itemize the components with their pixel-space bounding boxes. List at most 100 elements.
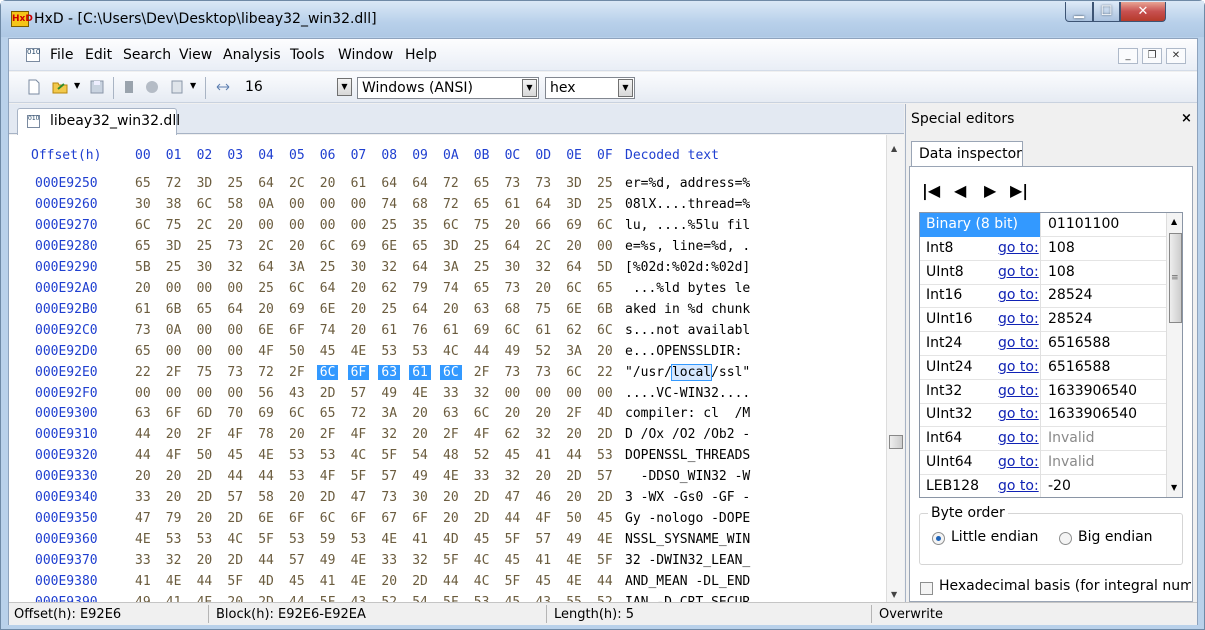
- hex-byte[interactable]: 00: [194, 386, 216, 401]
- hex-byte[interactable]: 25: [224, 176, 246, 191]
- hex-byte[interactable]: 2D: [594, 490, 616, 505]
- offset-base-combo[interactable]: hex ▼: [545, 77, 635, 99]
- hex-byte[interactable]: 20: [532, 469, 554, 484]
- hex-byte[interactable]: 4E: [348, 344, 370, 359]
- hex-byte[interactable]: 4C: [440, 344, 462, 359]
- hex-byte[interactable]: 3D: [194, 176, 216, 191]
- inspector-row[interactable]: Int64 go to: Invalid: [920, 427, 1166, 452]
- decoded-text[interactable]: 3 -WX -Gs0 -GF -: [625, 490, 750, 505]
- goto-link[interactable]: go to:: [998, 454, 1039, 470]
- hex-byte[interactable]: 25: [594, 197, 616, 212]
- hex-byte[interactable]: 79: [409, 281, 431, 296]
- hex-byte[interactable]: 4D: [440, 532, 462, 547]
- hex-byte[interactable]: 33: [440, 386, 462, 401]
- hex-byte[interactable]: 20: [286, 490, 308, 505]
- hex-byte[interactable]: 5F: [224, 574, 246, 589]
- hex-row[interactable]: 000E92F0 00 00 00 00 56 43 2D 57 49 4E 33 32 00 00 00 00…: [9, 386, 886, 406]
- hex-byte[interactable]: 64: [532, 197, 554, 212]
- hex-byte[interactable]: 5F: [502, 532, 524, 547]
- hex-byte[interactable]: 65: [471, 176, 493, 191]
- hex-byte[interactable]: 38: [163, 197, 185, 212]
- hex-byte[interactable]: 3A: [440, 260, 462, 275]
- hex-byte[interactable]: 73: [502, 281, 524, 296]
- hex-byte[interactable]: 69: [471, 323, 493, 338]
- hex-byte[interactable]: 57: [224, 490, 246, 505]
- decoded-text[interactable]: ....VC-WIN32....: [625, 386, 750, 401]
- inspector-row[interactable]: UInt64 go to: Invalid: [920, 451, 1166, 475]
- hex-byte[interactable]: 63: [378, 364, 401, 380]
- hex-byte[interactable]: 45: [532, 574, 554, 589]
- hex-byte[interactable]: 61: [532, 323, 554, 338]
- save-icon[interactable]: [89, 79, 105, 95]
- hex-byte[interactable]: 45: [502, 553, 524, 568]
- hex-byte[interactable]: 2D: [224, 511, 246, 526]
- hex-byte[interactable]: 62: [502, 427, 524, 442]
- hex-byte[interactable]: 65: [132, 344, 154, 359]
- hex-byte[interactable]: 00: [194, 344, 216, 359]
- hex-byte[interactable]: 32: [378, 427, 400, 442]
- hex-byte[interactable]: 64: [378, 176, 400, 191]
- hex-byte[interactable]: 20: [255, 302, 277, 317]
- inspector-row[interactable]: UInt16 go to: 28524: [920, 308, 1166, 333]
- hex-byte[interactable]: 4F: [224, 427, 246, 442]
- hex-byte[interactable]: 63: [440, 406, 462, 421]
- hex-byte[interactable]: 20: [440, 490, 462, 505]
- big-endian-radio[interactable]: [1059, 532, 1072, 545]
- hex-byte[interactable]: 4F: [255, 344, 277, 359]
- hex-byte[interactable]: 4F: [471, 427, 493, 442]
- hex-byte[interactable]: 33: [132, 490, 154, 505]
- hex-byte[interactable]: 25: [471, 260, 493, 275]
- charset-combo[interactable]: Windows (ANSI) ▼: [357, 77, 539, 99]
- hex-byte[interactable]: 61: [132, 302, 154, 317]
- inspector-value[interactable]: 01101100: [1048, 216, 1119, 232]
- hex-byte[interactable]: 33: [132, 553, 154, 568]
- hex-byte[interactable]: 61: [378, 323, 400, 338]
- save-all-icon[interactable]: [144, 79, 160, 95]
- hex-byte[interactable]: 4C: [224, 532, 246, 547]
- decoded-text[interactable]: DOPENSSL_THREADS: [625, 448, 750, 463]
- inspector-row[interactable]: UInt24 go to: 6516588: [920, 355, 1166, 380]
- hex-byte[interactable]: 2F: [471, 365, 493, 380]
- hex-byte[interactable]: 74: [440, 281, 462, 296]
- hex-row[interactable]: 000E9320 44 4F 50 45 4E 53 53 4C 5F 54 48 52 45 41 44 53…: [9, 448, 886, 468]
- hex-byte[interactable]: 6C: [563, 281, 585, 296]
- hex-byte[interactable]: 64: [224, 302, 246, 317]
- hex-byte[interactable]: 6E: [317, 302, 339, 317]
- close-button[interactable]: ✕: [1120, 2, 1166, 22]
- hex-byte[interactable]: 65: [471, 281, 493, 296]
- scroll-up-icon[interactable]: ▲: [1171, 217, 1177, 226]
- hex-byte[interactable]: 57: [594, 469, 616, 484]
- hex-byte[interactable]: 79: [163, 511, 185, 526]
- hex-byte[interactable]: 2D: [194, 469, 216, 484]
- prev-icon[interactable]: ◀: [954, 181, 966, 200]
- hex-byte[interactable]: 20: [563, 490, 585, 505]
- hex-byte[interactable]: 49: [409, 469, 431, 484]
- decoded-text[interactable]: lu, ....%5lu fil: [625, 218, 750, 233]
- hex-byte[interactable]: 48: [440, 448, 462, 463]
- hex-byte[interactable]: 00: [317, 218, 339, 233]
- hex-byte[interactable]: 20: [563, 427, 585, 442]
- hex-byte[interactable]: 6F: [163, 406, 185, 421]
- hex-byte[interactable]: 44: [440, 574, 462, 589]
- new-file-icon[interactable]: [26, 79, 42, 95]
- hex-byte[interactable]: 32: [409, 553, 431, 568]
- hex-byte[interactable]: 4E: [132, 532, 154, 547]
- hex-byte[interactable]: 6C: [317, 511, 339, 526]
- hex-byte[interactable]: 61: [348, 176, 370, 191]
- hex-byte[interactable]: 2F: [440, 427, 462, 442]
- hex-byte[interactable]: 73: [224, 365, 246, 380]
- hex-byte[interactable]: 4E: [378, 532, 400, 547]
- decoded-text[interactable]: 08lX....thread=%: [625, 197, 750, 212]
- hex-byte[interactable]: 4C: [348, 448, 370, 463]
- hex-byte[interactable]: 57: [532, 532, 554, 547]
- open-folder-icon[interactable]: [52, 79, 68, 95]
- hex-byte[interactable]: 66: [532, 218, 554, 233]
- hex-byte[interactable]: 20: [348, 302, 370, 317]
- hex-byte[interactable]: 00: [132, 386, 154, 401]
- hex-row[interactable]: 000E9280 65 3D 25 73 2C 20 6C 69 6E 65 3D 25 64 2C 20 00…: [9, 239, 886, 259]
- decoded-text[interactable]: [%02d:%02d:%02d]: [625, 260, 750, 275]
- hex-byte[interactable]: 00: [348, 197, 370, 212]
- hex-byte[interactable]: 6C: [502, 323, 524, 338]
- goto-link[interactable]: go to:: [998, 478, 1039, 494]
- hex-byte[interactable]: 61: [440, 323, 462, 338]
